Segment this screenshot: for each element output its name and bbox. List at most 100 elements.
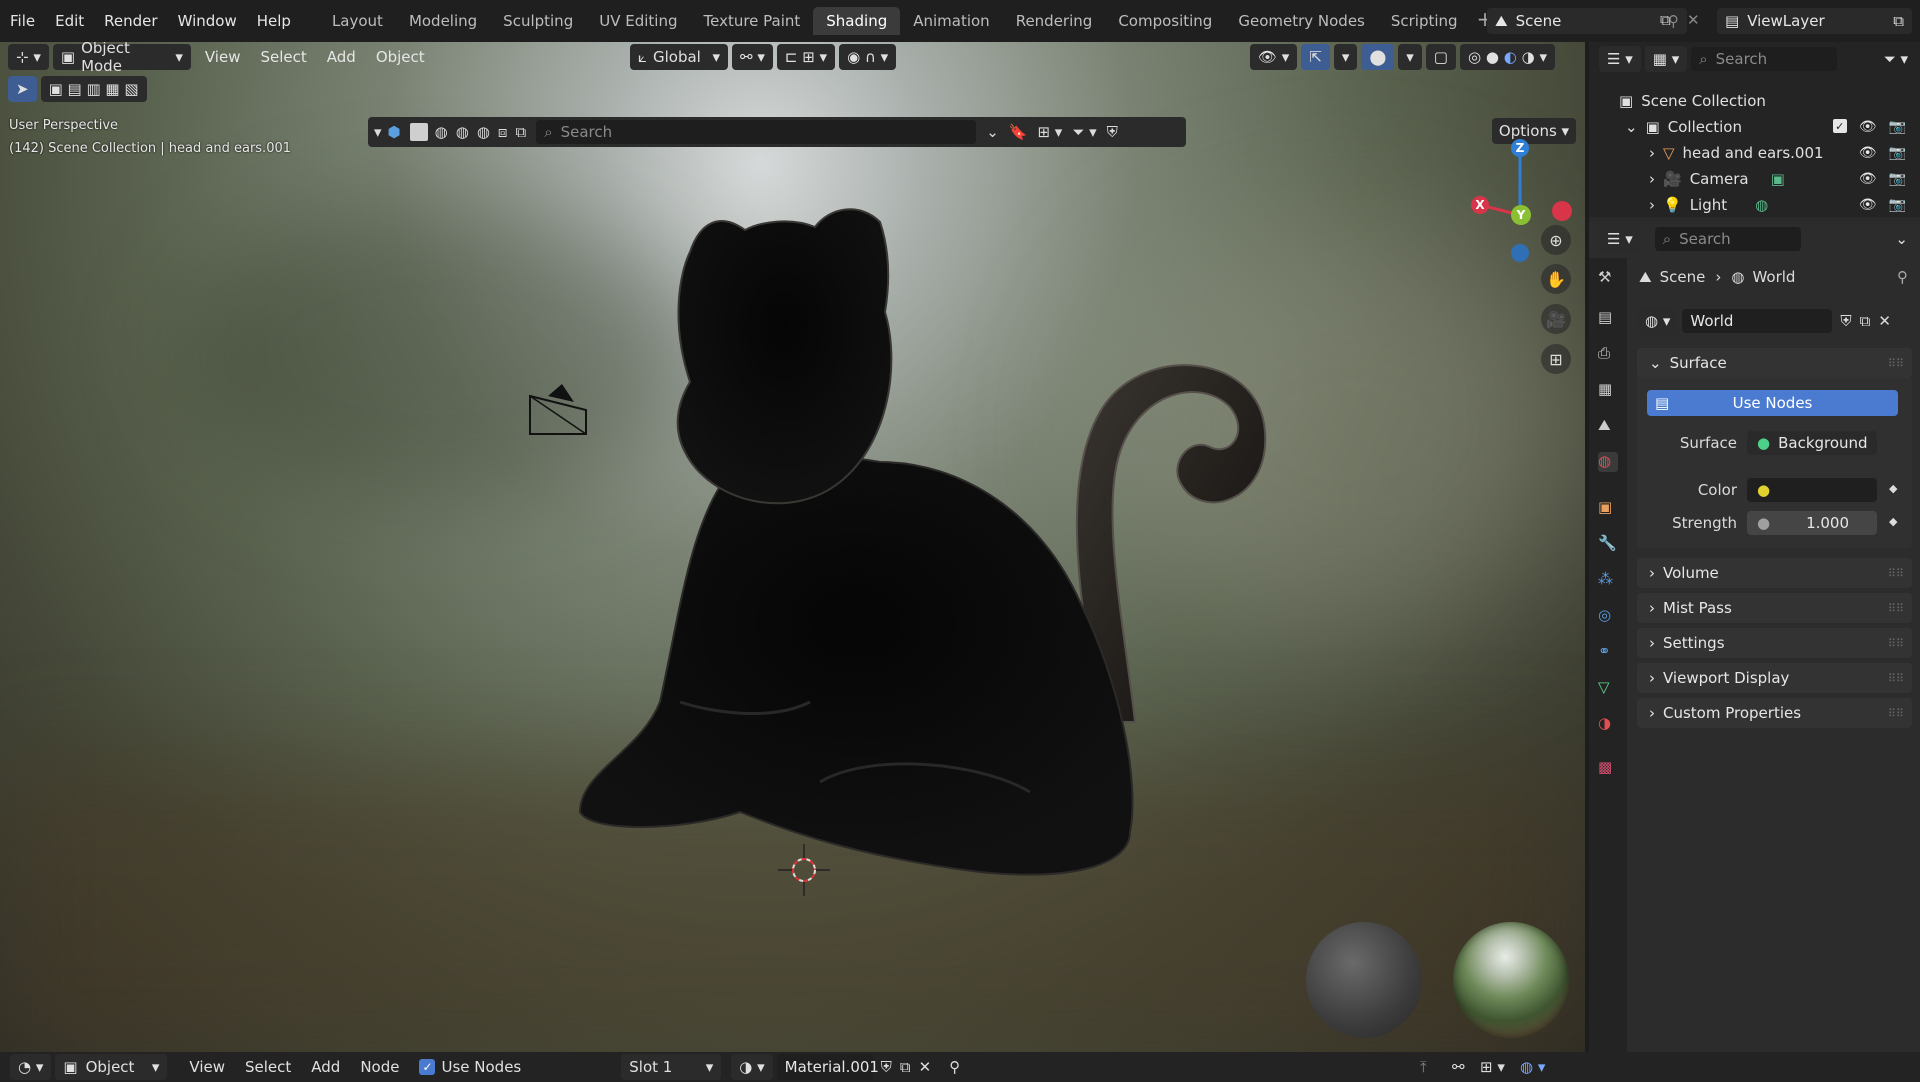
exclude-checkbox[interactable]: ✓ (1832, 119, 1847, 133)
outliner-item-light[interactable]: › 💡 Light ◍ 👁 📷 (1589, 192, 1920, 218)
surface-panel-header[interactable]: ⌄ Surface ⠿⠿ (1637, 348, 1912, 378)
duplicate-icon[interactable]: ⧉ (900, 1058, 911, 1076)
outliner-scene-collection[interactable]: ▣ Scene Collection (1589, 88, 1920, 114)
use-nodes-toggle[interactable]: ✓ Use Nodes (409, 1058, 531, 1076)
material-preview-icon[interactable]: ◐ (1504, 48, 1517, 66)
chevron-right-icon[interactable]: › (1649, 196, 1655, 214)
camera-render-icon[interactable]: 📷 (1889, 171, 1906, 187)
tool-tab-icon[interactable]: ⚒ (1598, 268, 1618, 288)
viewport-menu-add[interactable]: Add (317, 48, 366, 66)
keyframe-icon[interactable]: ◆ (1889, 515, 1897, 528)
surface-shader-selector[interactable]: ● Background (1747, 431, 1877, 455)
keyframe-icon[interactable]: ◆ (1889, 482, 1897, 495)
filter-world-icon[interactable]: ◍ (477, 123, 490, 141)
asset-search-input[interactable]: ⌕ Search (536, 120, 977, 144)
node-menu-node[interactable]: Node (350, 1058, 409, 1076)
outliner-editor-type[interactable]: ☰ ▾ (1599, 46, 1641, 72)
perspective-toggle-icon[interactable]: ⊞ (1541, 344, 1571, 374)
data-tab-icon[interactable]: ▽ (1598, 678, 1618, 698)
x-axis-icon[interactable]: X (1471, 196, 1489, 214)
shading-modes[interactable]: ◎ ● ◐ ◑ ▾ (1459, 44, 1555, 70)
viewport-menu-object[interactable]: Object (366, 48, 435, 66)
3d-cursor-icon[interactable] (778, 844, 830, 896)
eye-icon[interactable]: 👁 (1859, 171, 1877, 187)
texture-tab-icon[interactable]: ▩ (1598, 758, 1618, 778)
filter-icon[interactable]: ⏷ ▾ (1072, 123, 1096, 141)
tab-texture-paint[interactable]: Texture Paint (690, 7, 813, 35)
light-data-icon[interactable]: ◍ (1755, 196, 1768, 214)
use-nodes-button[interactable]: ▤ Use Nodes (1647, 390, 1898, 416)
zoom-icon[interactable]: ⊕ (1541, 225, 1571, 255)
camera-object[interactable] (526, 382, 590, 438)
color-palette-icon[interactable]: ⬢ (388, 123, 401, 141)
chevron-down-icon[interactable]: ⌄ (1625, 118, 1638, 136)
tab-sculpting[interactable]: Sculpting (490, 7, 586, 35)
view-layer-tab-icon[interactable]: ▦ (1598, 380, 1618, 400)
menu-edit[interactable]: Edit (45, 12, 94, 30)
chevron-down-icon[interactable]: ⌄ (986, 123, 999, 141)
pin-icon[interactable]: ⚲ (949, 1058, 960, 1076)
proportional-edit-button[interactable]: ◉ ∩ ▾ (839, 44, 897, 70)
cat-model[interactable] (560, 182, 1280, 882)
viewport-menu-select[interactable]: Select (250, 48, 316, 66)
shader-editor-type[interactable]: ◔ ▾ (10, 1054, 52, 1080)
scene-tab-icon[interactable]: ⛰ (1598, 416, 1618, 436)
camera-render-icon[interactable]: 📷 (1889, 145, 1906, 161)
xray-button[interactable]: ▢ (1425, 44, 1456, 70)
neg-z-axis-icon[interactable] (1511, 244, 1529, 262)
filter-camera-icon[interactable]: ⧈ (498, 123, 508, 141)
world-tab-icon[interactable]: ◍ (1598, 452, 1618, 472)
tab-rendering[interactable]: Rendering (1003, 7, 1106, 35)
overlay-toggle-button[interactable]: ⬤ (1361, 44, 1395, 70)
properties-search-input[interactable]: ⌕ Search (1654, 227, 1801, 251)
rendered-shading-icon[interactable]: ◑ (1522, 48, 1535, 66)
gizmo-dropdown[interactable]: ▾ (1333, 44, 1358, 70)
visibility-button[interactable]: 👁 ▾ (1250, 44, 1298, 70)
camera-render-icon[interactable]: 📷 (1889, 197, 1906, 213)
camera-view-icon[interactable]: 🎥 (1541, 304, 1571, 334)
y-axis-icon[interactable]: Y (1511, 205, 1531, 225)
color-field[interactable]: ● (1747, 478, 1877, 502)
volume-panel-header[interactable]: › Volume ⠿⠿ (1637, 558, 1912, 588)
tab-scripting[interactable]: Scripting (1378, 7, 1471, 35)
node-menu-view[interactable]: View (179, 1058, 235, 1076)
fake-user-icon[interactable]: ⛨ (1840, 312, 1851, 330)
unlink-icon[interactable]: ✕ (919, 1058, 932, 1076)
filter-material-icon[interactable]: ◍ (435, 123, 448, 141)
eye-icon[interactable]: 👁 (1859, 145, 1877, 161)
eye-icon[interactable]: 👁 (1859, 119, 1877, 135)
bookmark-icon[interactable]: 🔖 (1009, 123, 1028, 141)
camera-render-icon[interactable]: 📷 (1889, 119, 1906, 135)
display-mode-icon[interactable]: ⊞ ▾ (1037, 123, 1062, 141)
chevron-right-icon[interactable]: › (1649, 170, 1655, 188)
tab-animation[interactable]: Animation (900, 7, 1002, 35)
physics-tab-icon[interactable]: ◎ (1598, 606, 1618, 626)
duplicate-icon[interactable]: ⧉ (1860, 312, 1871, 330)
mist-pass-panel-header[interactable]: › Mist Pass ⠿⠿ (1637, 593, 1912, 623)
chevron-down-icon[interactable]: ▾ (374, 123, 382, 141)
strength-field[interactable]: ● 1.000 (1747, 511, 1877, 535)
modifier-tab-icon[interactable]: 🔧 (1598, 534, 1618, 554)
material-browse-button[interactable]: ◑ ▾ (731, 1054, 773, 1080)
node-menu-select[interactable]: Select (235, 1058, 301, 1076)
select-tool-icon[interactable]: ➤ (8, 76, 37, 102)
properties-editor-type[interactable]: ☰ ▾ (1599, 226, 1641, 252)
viewport-display-panel-header[interactable]: › Viewport Display ⠿⠿ (1637, 663, 1912, 693)
render-tab-icon[interactable]: ▤ (1598, 308, 1618, 328)
tab-uv-editing[interactable]: UV Editing (586, 7, 690, 35)
outliner-collection[interactable]: ⌄ ▣ Collection ✓ 👁 📷 (1589, 114, 1920, 140)
selection-mode-buttons[interactable]: ▣ ▤ ▥ ▦ ▧ (40, 76, 147, 102)
outliner-item-head-and-ears[interactable]: › ▽ head and ears.001 👁 📷 (1589, 140, 1920, 166)
neg-x-axis-icon[interactable] (1552, 201, 1572, 221)
material-tab-icon[interactable]: ◑ (1598, 714, 1618, 734)
editor-type-button[interactable]: ⊹ ▾ (8, 44, 49, 70)
3d-viewport[interactable]: ⊹ ▾ ▣ Object Mode ▾ View Select Add Obje… (0, 42, 1585, 1052)
menu-file[interactable]: File (0, 12, 45, 30)
particles-tab-icon[interactable]: ⁂ (1598, 570, 1618, 590)
outliner-display-mode[interactable]: ▦ ▾ (1644, 46, 1688, 72)
pan-hand-icon[interactable]: ✋ (1541, 264, 1571, 294)
view-layer-selector[interactable]: ▤ ViewLayer ⧉ (1717, 8, 1912, 34)
shader-type-dropdown[interactable]: ▣ Object ▾ (55, 1054, 168, 1080)
filter-other-icon[interactable]: ⧉ (515, 123, 526, 141)
viewport-menu-view[interactable]: View (195, 48, 251, 66)
